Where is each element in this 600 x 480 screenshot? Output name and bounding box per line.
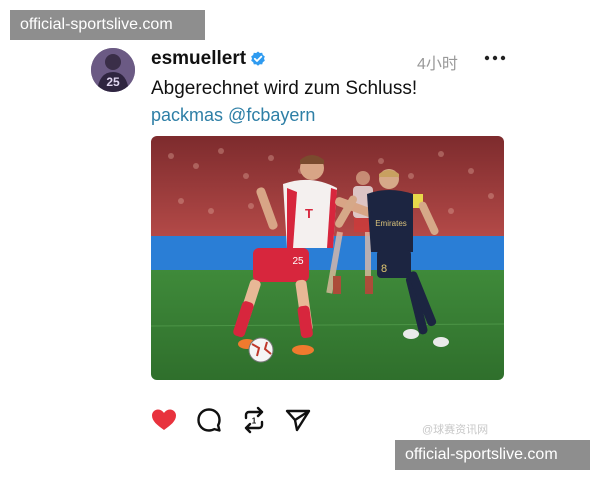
weibo-watermark: @球赛资讯网 (422, 424, 489, 436)
post-caption: Abgerechnet wird zum Schluss! (151, 78, 418, 99)
verified-badge-icon (251, 51, 265, 66)
avatar-number: 25 (106, 75, 120, 89)
post-mentions: packmas @fcbayern (151, 105, 315, 126)
watermark-bottom: official-sportslive.com (395, 440, 590, 470)
post-time: 4小时 (417, 56, 458, 73)
comment-icon[interactable] (195, 406, 223, 434)
share-icon[interactable] (284, 406, 312, 434)
repost-icon[interactable]: 1 (240, 406, 268, 434)
svg-text:T: T (305, 206, 313, 221)
mention-fcbayern[interactable]: @fcbayern (228, 105, 315, 125)
svg-text:1: 1 (252, 417, 257, 426)
avatar[interactable]: 25 (91, 48, 135, 92)
mention-packmas[interactable]: packmas (151, 105, 223, 125)
left-player-number: 25 (292, 256, 304, 267)
watermark-top: official-sportslive.com (10, 10, 205, 40)
username[interactable]: esmuellert (151, 48, 246, 70)
post-image[interactable]: T 25 Emirates 8 (151, 136, 504, 380)
right-player-sponsor: Emirates (375, 219, 407, 228)
heart-icon[interactable] (150, 406, 178, 434)
right-player-number: 8 (381, 263, 387, 275)
more-options-icon[interactable] (483, 50, 507, 66)
